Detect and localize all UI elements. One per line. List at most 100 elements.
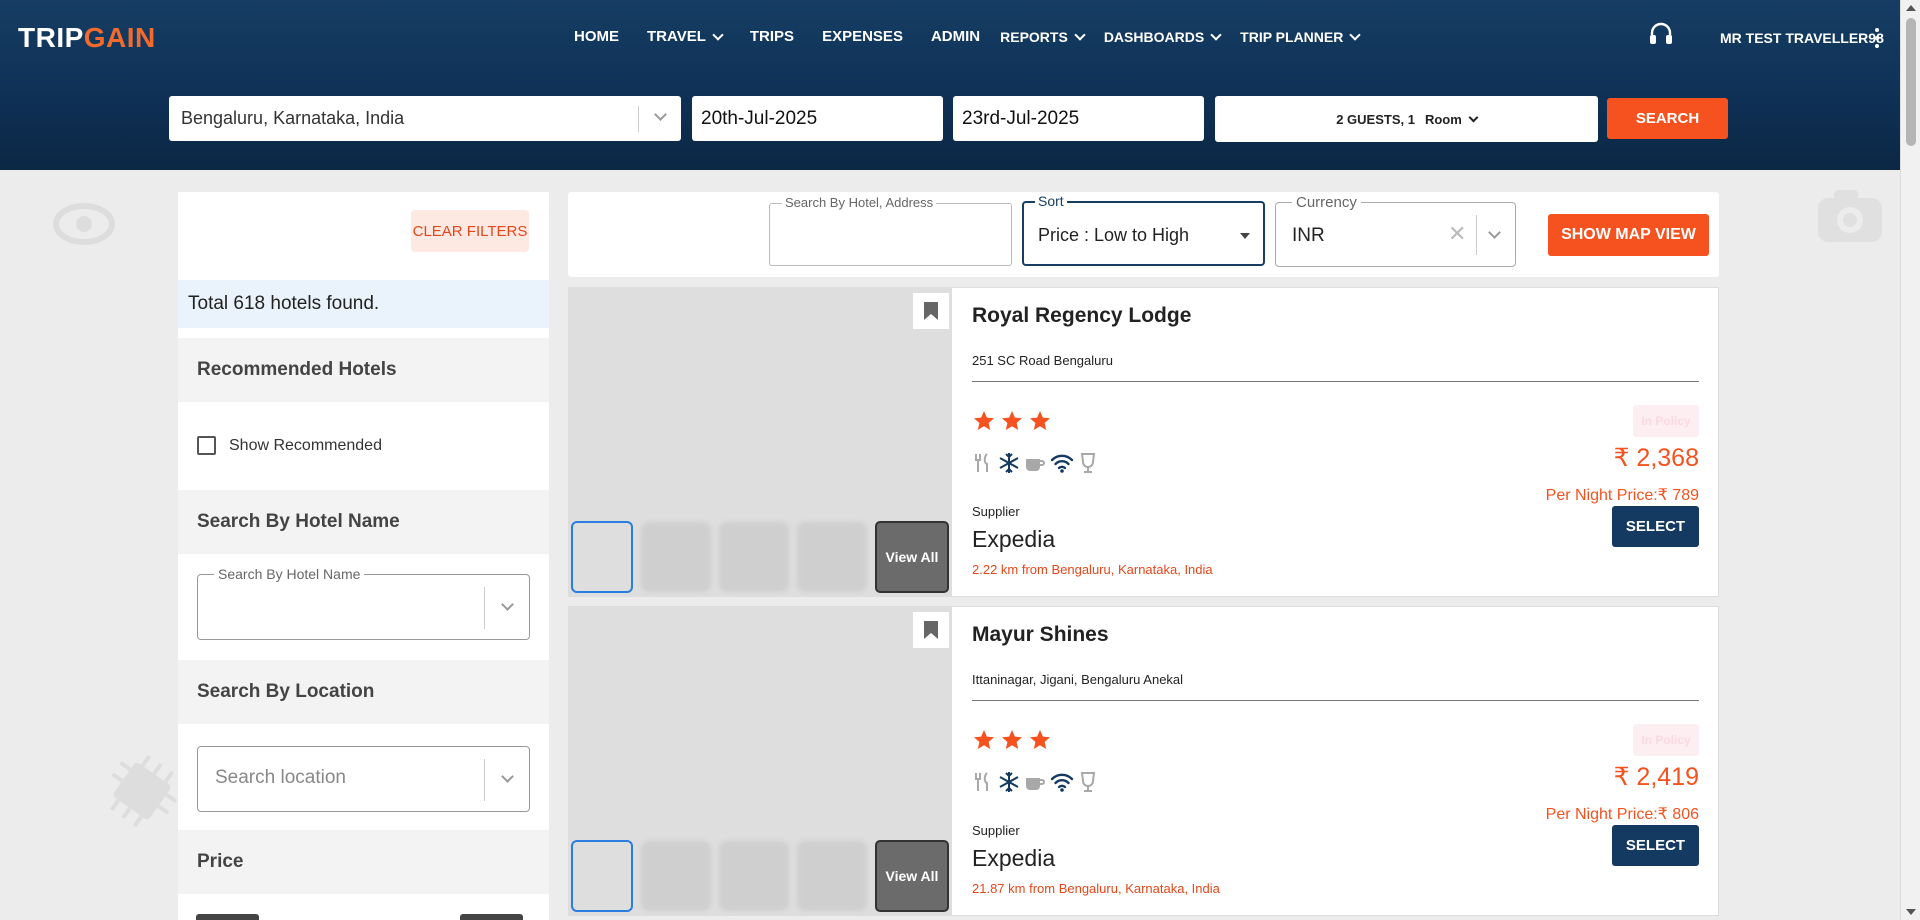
camera-decoration-icon: [1818, 190, 1882, 242]
scroll-up-arrow-icon[interactable]: [1906, 5, 1916, 11]
amenities: [972, 771, 1102, 793]
hotel-name[interactable]: Mayur Shines: [972, 623, 1109, 647]
price-max-handle[interactable]: [460, 914, 523, 920]
guests-rooms-select[interactable]: 2 GUESTS, 1 Room: [1215, 96, 1598, 142]
chevron-down-icon: [712, 28, 724, 41]
restaurant-icon: [972, 452, 998, 474]
view-all-button[interactable]: View All: [875, 521, 949, 593]
currency-select[interactable]: Currency INR ✕: [1275, 194, 1516, 267]
chevron-down-icon: [1074, 28, 1086, 41]
location-select[interactable]: Search location: [197, 746, 530, 812]
nav-travel-label: TRAVEL: [647, 28, 706, 45]
nav-trips-label: TRIPS: [749, 28, 795, 45]
nav-reports[interactable]: REPORTS: [1000, 28, 1086, 45]
currency-separator: [1476, 215, 1477, 255]
price-min-handle[interactable]: [196, 914, 259, 920]
sort-value: Price : Low to High: [1038, 225, 1190, 245]
tripgain-logo[interactable]: TRIPGAIN: [18, 22, 156, 54]
thumbnail-image[interactable]: [571, 521, 633, 593]
supplier-label: Supplier: [972, 823, 1020, 838]
scrollbar-thumb[interactable]: [1906, 18, 1916, 146]
sort-select[interactable]: Sort Price : Low to High: [1022, 193, 1265, 266]
wifi-icon: [1050, 771, 1078, 793]
chevron-down-icon[interactable]: [1488, 226, 1501, 239]
eye-decoration-icon: [53, 203, 115, 245]
search-button[interactable]: SEARCH: [1607, 98, 1728, 139]
supplier-name: Expedia: [972, 845, 1056, 871]
nav-trips[interactable]: TRIPS: [750, 28, 794, 45]
hotel-name-select[interactable]: Search By Hotel Name: [197, 566, 530, 640]
ac-icon: [998, 771, 1024, 793]
bar-icon: [1078, 771, 1102, 793]
star-icon: [1000, 409, 1028, 438]
star-rating: [972, 728, 1056, 757]
app-header: TRIPGAIN HOME TRAVEL TRIPS EXPENSES ADMI…: [0, 0, 1900, 170]
total-hotels-found: Total 618 hotels found.: [178, 280, 549, 328]
per-night-price: Per Night Price:₹ 789: [1545, 487, 1699, 504]
chevron-down-icon: [1349, 28, 1362, 41]
nav-dashboards[interactable]: DASHBOARDS: [1103, 28, 1222, 45]
nav-expenses[interactable]: EXPENSES: [822, 28, 903, 45]
nav-admin[interactable]: ADMIN: [931, 28, 980, 45]
hotel-card: View All Royal Regency Lodge 251 SC Road…: [568, 287, 1719, 597]
caret-down-icon: [1240, 233, 1250, 239]
clear-filters-button[interactable]: CLEAR FILTERS: [411, 210, 529, 252]
price-heading: Price: [178, 830, 549, 894]
restaurant-icon: [972, 771, 998, 793]
checkin-date-value: 20th-Jul-2025: [701, 107, 818, 129]
image-thumbnails: View All: [571, 840, 949, 912]
select-button[interactable]: SELECT: [1612, 506, 1699, 547]
checkbox-box[interactable]: [197, 436, 216, 455]
view-all-button[interactable]: View All: [875, 840, 949, 912]
headset-icon[interactable]: [1648, 22, 1674, 46]
thumbnail-image[interactable]: [641, 522, 711, 592]
hotel-address: Ittaninagar, Jigani, Bengaluru Anekal: [972, 672, 1184, 687]
thumbnail-image[interactable]: [641, 841, 711, 911]
destination-select[interactable]: Bengaluru, Karnataka, India: [169, 96, 681, 141]
user-name[interactable]: MR TEST TRAVELLER98: [1720, 30, 1884, 46]
filters-sidebar: CLEAR FILTERS Total 618 hotels found. Re…: [178, 192, 549, 920]
chevron-down-icon[interactable]: [501, 598, 514, 611]
chevron-down-icon[interactable]: [501, 770, 514, 783]
hotel-name-separator: [484, 587, 485, 629]
currency-value: INR: [1292, 225, 1325, 246]
scroll-down-arrow-icon[interactable]: [1906, 909, 1916, 915]
show-recommended-checkbox[interactable]: Show Recommended: [197, 436, 382, 455]
page-scrollbar[interactable]: [1900, 0, 1920, 920]
guests-label: 2 GUESTS, 1: [1336, 111, 1415, 127]
chevron-down-icon: [1210, 28, 1222, 41]
recommended-hotels-heading: Recommended Hotels: [178, 338, 549, 402]
thumbnail-image[interactable]: [719, 522, 789, 592]
nav-trip-planner[interactable]: TRIP PLANNER: [1240, 28, 1362, 45]
thumbnail-image[interactable]: [797, 522, 867, 592]
sort-label: Sort: [1035, 193, 1067, 209]
nav-reports-label: REPORTS: [1000, 28, 1068, 45]
nav-travel[interactable]: TRAVEL: [647, 28, 724, 45]
thumbnail-image[interactable]: [719, 841, 789, 911]
checkout-date-input[interactable]: 23rd-Jul-2025: [953, 96, 1204, 141]
chevron-down-icon[interactable]: [654, 108, 667, 121]
nav-trip-planner-label: TRIP PLANNER: [1240, 28, 1344, 45]
nav-home[interactable]: HOME: [574, 28, 619, 45]
thumbnail-image[interactable]: [571, 840, 633, 912]
checkin-date-input[interactable]: 20th-Jul-2025: [692, 96, 943, 141]
nav-home-label: HOME: [574, 28, 619, 45]
kebab-menu-icon[interactable]: [1874, 28, 1880, 48]
hotel-name[interactable]: Royal Regency Lodge: [972, 304, 1191, 328]
clear-icon[interactable]: ✕: [1448, 221, 1466, 247]
chevron-down-icon: [1468, 112, 1479, 122]
checkout-date-value: 23rd-Jul-2025: [962, 107, 1080, 129]
search-hotel-address-label: Search By Hotel, Address: [782, 195, 937, 210]
star-icon: [1000, 728, 1028, 757]
show-map-view-button[interactable]: SHOW MAP VIEW: [1548, 214, 1709, 256]
search-hotel-address-input[interactable]: Search By Hotel, Address: [769, 195, 1012, 266]
nav-expenses-label: EXPENSES: [822, 28, 903, 45]
bookmark-icon[interactable]: [913, 293, 949, 329]
show-recommended-label: Show Recommended: [229, 436, 382, 454]
select-button[interactable]: SELECT: [1612, 825, 1699, 866]
nav-dashboards-label: DASHBOARDS: [1103, 28, 1205, 45]
bookmark-icon[interactable]: [913, 612, 949, 648]
currency-label: Currency: [1292, 194, 1361, 211]
nav-admin-label: ADMIN: [930, 28, 981, 45]
thumbnail-image[interactable]: [797, 841, 867, 911]
